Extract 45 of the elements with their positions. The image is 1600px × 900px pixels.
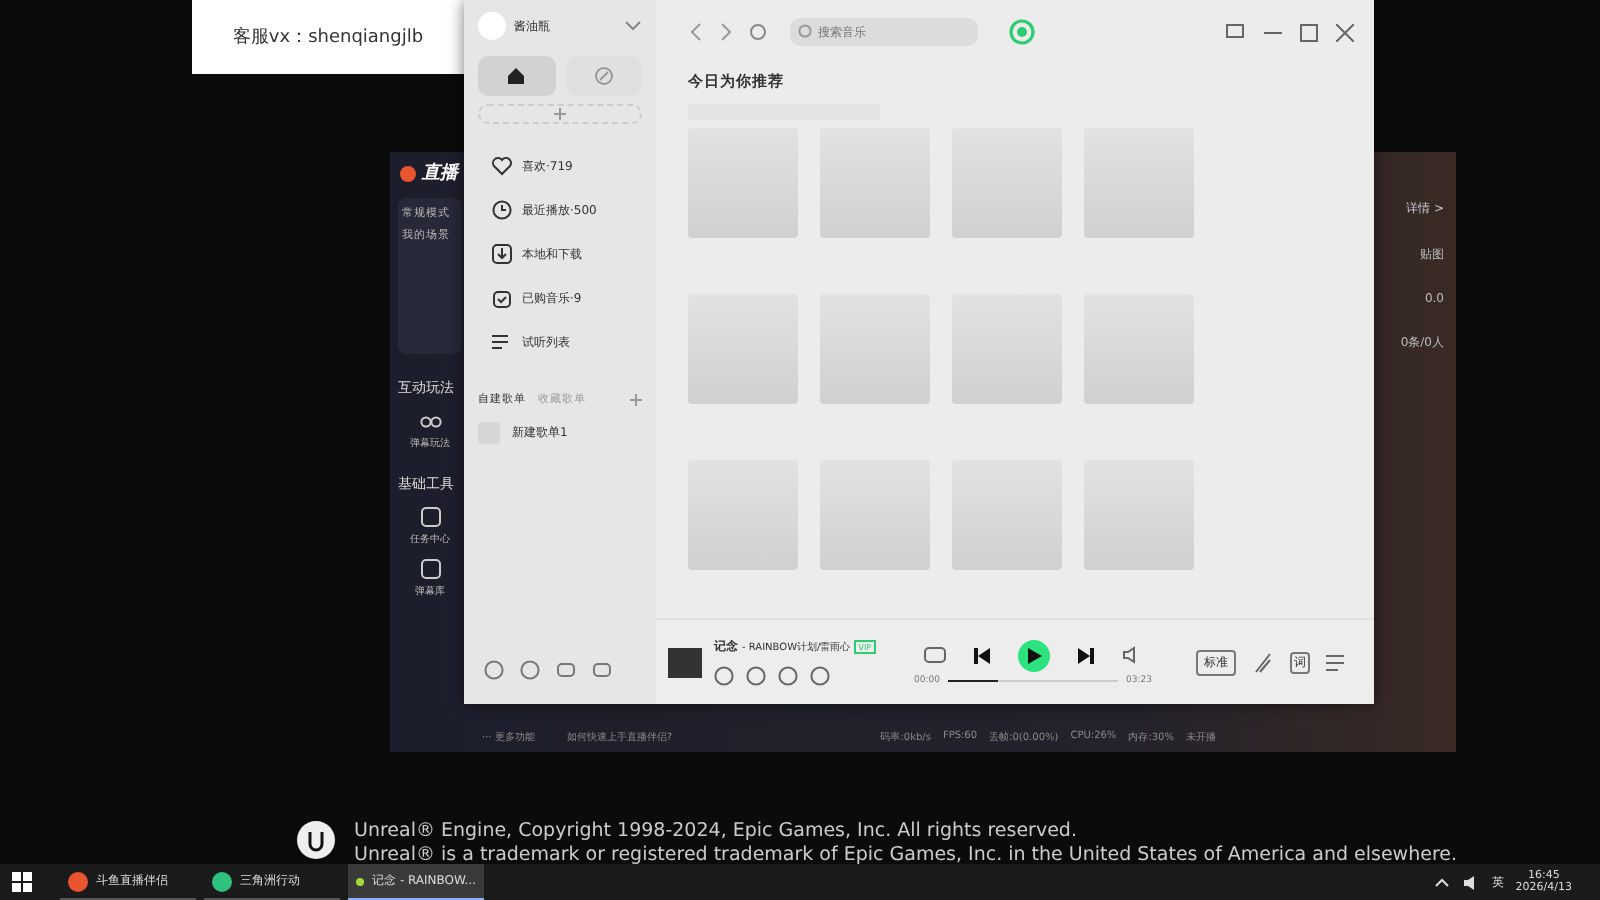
loading-card (952, 294, 1062, 404)
loading-card (820, 460, 930, 570)
loading-card (688, 460, 798, 570)
mini-player-icon[interactable] (1226, 23, 1246, 41)
plus-icon (554, 108, 566, 120)
square-icon[interactable] (419, 558, 441, 580)
play-icon (1028, 647, 1043, 663)
home-tab[interactable] (478, 56, 555, 96)
loading-card (688, 128, 798, 238)
previous-icon[interactable] (973, 647, 990, 663)
album-cover[interactable] (668, 647, 702, 677)
loading-card (952, 128, 1062, 238)
compass-icon (593, 66, 614, 86)
chevron-up-icon[interactable] (1433, 876, 1450, 888)
loading-card (820, 128, 930, 238)
speaker-icon[interactable] (1461, 873, 1480, 891)
repeat-icon[interactable] (923, 646, 946, 664)
glasses-icon[interactable] (419, 410, 441, 432)
note-text: 客服vx：shenqiangjlb (232, 25, 424, 50)
search-icon (798, 24, 814, 40)
engine-logo-icon (296, 820, 336, 860)
chevron-down-icon[interactable] (624, 20, 642, 32)
effects-icon[interactable] (1252, 651, 1274, 673)
bag-check-icon[interactable] (492, 288, 512, 308)
next-icon[interactable] (1077, 647, 1094, 663)
play-button[interactable] (1017, 639, 1050, 671)
list-icon[interactable] (492, 332, 512, 352)
loading-card (952, 460, 1062, 570)
app-logo-text: 直播 (422, 160, 458, 186)
maximize-icon[interactable] (1300, 23, 1318, 41)
copyright-text: Unreal® is a trademark or registered trademark of Epic Games, Inc. in the United States of America and elsewhere. (354, 844, 1458, 866)
download-icon[interactable] (492, 244, 512, 264)
square-icon[interactable] (419, 506, 441, 528)
close-icon[interactable] (1336, 23, 1354, 41)
loading-card (1084, 294, 1194, 404)
playlist-icon[interactable] (1326, 653, 1346, 671)
home-icon (506, 66, 527, 86)
loading-card (688, 294, 798, 404)
start-icon[interactable] (12, 872, 32, 892)
loading-card (1084, 460, 1194, 570)
loading-card (820, 294, 930, 404)
copyright-text: Unreal® Engine, Copyright 1998-2024, Epic Games, Inc. All rights reserved. (354, 820, 1079, 842)
clock-icon[interactable] (492, 200, 512, 220)
fish-logo-icon (398, 163, 418, 183)
loading-card (1084, 128, 1194, 238)
